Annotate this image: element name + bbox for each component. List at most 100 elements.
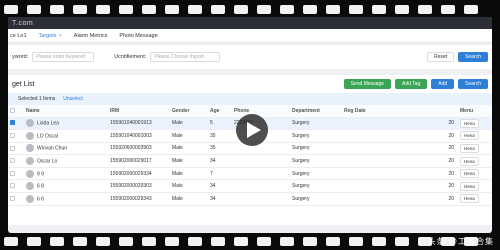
table-row[interactable]: 9 9 155902000029334 Male 7 Surgery 20 Hena <box>8 167 492 181</box>
cell-date: 20 <box>404 167 458 181</box>
cell-irm: 155902000029343 <box>108 192 170 206</box>
cell-phone <box>232 167 290 181</box>
list-title: get List <box>12 80 35 88</box>
cell-department: Surgery <box>290 192 342 206</box>
filter-bar: yword: Please enter Keyword Ucntitlement… <box>8 45 492 69</box>
cell-date: 20 <box>404 192 458 206</box>
table-row[interactable]: 6 8 155902000029303 Male 34 Surgery 20 Hena <box>8 179 492 194</box>
cell-name: 6 6 <box>37 196 44 203</box>
row-menu-button[interactable]: Hena <box>460 118 479 128</box>
film-holes-top <box>0 2 500 16</box>
row-menu-button[interactable]: Hena <box>460 156 479 166</box>
cell-date: 20 <box>404 129 458 143</box>
cell-reg-date <box>342 129 404 143</box>
tab-targets[interactable]: Targets × <box>39 33 62 39</box>
tab-service-log[interactable]: ce Lo1 <box>10 33 27 39</box>
row-menu-button[interactable]: Hena <box>460 131 479 141</box>
row-checkbox[interactable] <box>10 183 15 189</box>
avatar <box>26 169 34 178</box>
col-age[interactable]: Age <box>208 105 232 118</box>
cell-irm: 155902000029334 <box>108 167 170 181</box>
selection-count: Selected 1 Items <box>18 96 56 102</box>
unselect-link[interactable]: Unselect <box>63 96 82 102</box>
row-checkbox[interactable] <box>10 120 15 126</box>
table-row[interactable]: Oscar Lo 155902000029017 Male 34 Surgery 20 He… <box>8 154 492 168</box>
col-gender[interactable]: Gender <box>170 105 208 118</box>
cell-gender: Male <box>170 154 208 168</box>
col-irm[interactable]: IRM <box>108 105 170 118</box>
avatar <box>26 144 34 153</box>
row-checkbox[interactable] <box>10 196 15 202</box>
cell-date: 20 <box>404 179 458 194</box>
cell-irm: 155902000029017 <box>108 154 170 168</box>
avatar <box>26 194 34 203</box>
search-button[interactable]: Search <box>458 52 488 62</box>
avatar <box>26 131 34 140</box>
col-phone[interactable]: Phone <box>232 105 290 118</box>
cell-department: Surgery <box>290 167 342 181</box>
row-checkbox[interactable] <box>10 145 15 151</box>
list-header: get List Send Message Add Tag Add Search <box>8 75 492 93</box>
target-list-card: get List Send Message Add Tag Add Search… <box>8 75 492 225</box>
list-search-button[interactable]: Search <box>458 79 488 89</box>
cell-reg-date <box>342 154 404 168</box>
row-checkbox[interactable] <box>10 133 15 139</box>
video-frame: T.com ce Lo1 Targets × Alarm Metrics Phot… <box>0 0 500 250</box>
cell-age: 34 <box>208 192 232 206</box>
cell-gender: Male <box>170 167 208 181</box>
identity-label: Ucntitlement: <box>114 54 147 60</box>
identity-select[interactable]: Please Choose Import <box>150 52 221 62</box>
col-department[interactable]: Department <box>290 105 342 118</box>
select-all-checkbox[interactable] <box>10 107 15 113</box>
tab-bar: ce Lo1 Targets × Alarm Metrics Photo Mess… <box>8 29 492 43</box>
cell-gender: Male <box>170 179 208 194</box>
row-menu-button[interactable]: Hena <box>460 169 479 179</box>
cell-phone <box>232 179 290 194</box>
cell-reg-date <box>342 179 404 194</box>
cell-gender: Male <box>170 117 208 131</box>
tab-alarm-metrics[interactable]: Alarm Metrics <box>74 33 108 39</box>
cell-age: 34 <box>208 154 232 168</box>
row-checkbox[interactable] <box>10 170 15 176</box>
add-button[interactable]: Add <box>431 79 455 89</box>
cell-department: Surgery <box>290 154 342 168</box>
col-menu: Menu <box>458 105 492 118</box>
cell-age: 7 <box>208 167 232 181</box>
cell-reg-date <box>342 167 404 181</box>
cell-gender: Male <box>170 129 208 143</box>
avatar <box>26 182 34 191</box>
cell-age: 34 <box>208 179 232 194</box>
cell-reg-date <box>342 192 404 206</box>
tab-photo-message[interactable]: Photo Message <box>119 33 157 39</box>
cell-gender: Male <box>170 192 208 206</box>
table-row[interactable]: 6 6 155902000029343 Male 34 Surgery 20 Hena <box>8 192 492 206</box>
avatar <box>26 157 34 166</box>
cell-name: Oscar Lo <box>37 158 58 165</box>
cell-department: Surgery <box>290 117 342 131</box>
row-menu-button[interactable]: Hena <box>460 143 479 153</box>
col-blank <box>404 105 458 118</box>
avatar <box>26 119 34 128</box>
col-name[interactable]: Name <box>24 105 108 118</box>
col-reg-date[interactable]: Reg Date <box>342 105 404 118</box>
selection-bar: Selected 1 Items Unselect <box>8 93 492 105</box>
add-tag-button[interactable]: Add Tag <box>394 79 428 89</box>
row-checkbox[interactable] <box>10 158 15 164</box>
close-icon[interactable]: × <box>59 33 62 39</box>
cell-date: 20 <box>404 117 458 131</box>
cell-date: 20 <box>404 154 458 168</box>
film-holes-bottom <box>0 234 500 248</box>
cell-irm: 155901040001003 <box>108 129 170 143</box>
cell-department: Surgery <box>290 142 342 156</box>
row-menu-button[interactable]: Hena <box>460 181 479 191</box>
keyword-input[interactable]: Please enter Keyword <box>32 52 95 62</box>
cell-reg-date <box>342 142 404 156</box>
cell-name: Winvan Chun <box>37 145 68 152</box>
cell-age: 5 <box>208 117 232 131</box>
reset-button[interactable]: Reset <box>427 52 455 62</box>
cell-name: LO Oscal <box>37 133 58 140</box>
play-button[interactable] <box>236 114 268 146</box>
row-menu-button[interactable]: Hena <box>460 194 479 204</box>
app-logo: T.com <box>12 19 34 27</box>
send-message-button[interactable]: Send Message <box>343 79 391 89</box>
